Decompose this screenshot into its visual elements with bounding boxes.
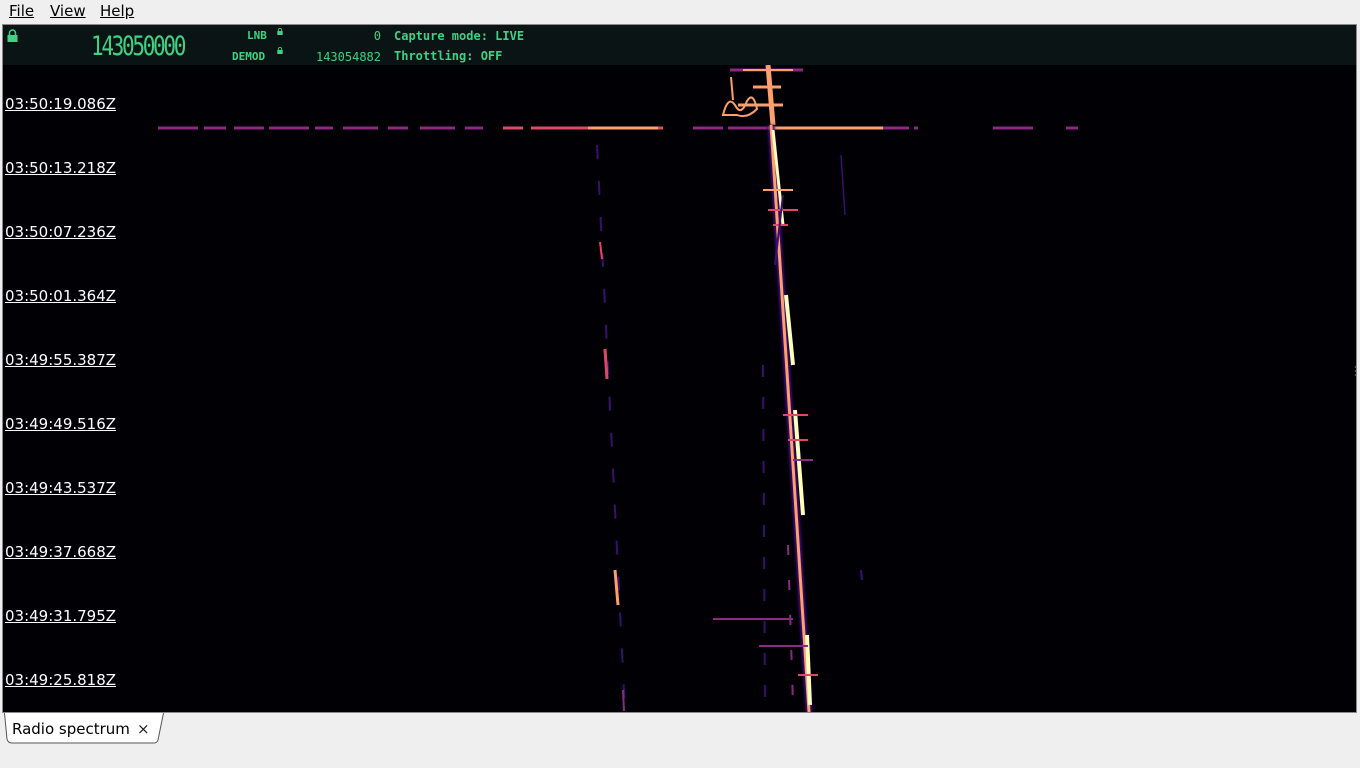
spectrum-panel: 143050000 LNB 0 DEMOD 143054882 Capture …: [2, 24, 1357, 713]
throttling-status: Throttling: OFF: [394, 49, 503, 63]
timestamp-label: 03:49:55.387Z: [5, 351, 117, 369]
tab-radio-spectrum[interactable]: Radio spectrum ×: [4, 713, 164, 744]
menu-bar: File View Help: [0, 0, 1360, 22]
menu-file[interactable]: File: [9, 2, 34, 20]
demod-frequency-value[interactable]: 143054882: [293, 50, 381, 64]
resize-grip[interactable]: [1354, 362, 1357, 376]
timestamp-label: 03:49:43.537Z: [5, 479, 117, 497]
menu-view[interactable]: View: [50, 2, 86, 20]
lnb-value[interactable]: 0: [303, 29, 381, 43]
lnb-label: LNB: [247, 29, 267, 42]
demod-label: DEMOD: [232, 50, 266, 63]
timestamp-label: 03:50:13.218Z: [5, 159, 117, 177]
menu-view-label: View: [50, 2, 86, 20]
timestamp-label: 03:50:07.236Z: [5, 223, 117, 241]
timestamp-label: 03:49:37.668Z: [5, 543, 117, 561]
timestamp-label: 03:50:01.364Z: [5, 287, 117, 305]
lnb-lock-icon[interactable]: [277, 28, 283, 35]
waterfall-display[interactable]: [3, 65, 1356, 712]
tuner-frequency-display[interactable]: 143050000: [91, 33, 186, 61]
lock-icon[interactable]: [7, 29, 18, 42]
tab-label: Radio spectrum: [12, 720, 130, 738]
close-icon[interactable]: ×: [137, 720, 150, 738]
menu-help-label: Help: [100, 2, 135, 20]
timestamp-label: 03:49:31.795Z: [5, 607, 117, 625]
frequency-header: 143050000 LNB 0 DEMOD 143054882 Capture …: [3, 25, 1356, 65]
timestamp-label: 03:49:25.818Z: [5, 671, 117, 689]
capture-mode-status: Capture mode: LIVE: [394, 29, 525, 43]
menu-help[interactable]: Help: [100, 2, 134, 20]
demod-lock-icon[interactable]: [277, 47, 283, 54]
timestamp-label: 03:49:49.516Z: [5, 415, 117, 433]
menu-file-label: File: [9, 2, 35, 20]
timestamp-label: 03:50:19.086Z: [5, 95, 117, 113]
